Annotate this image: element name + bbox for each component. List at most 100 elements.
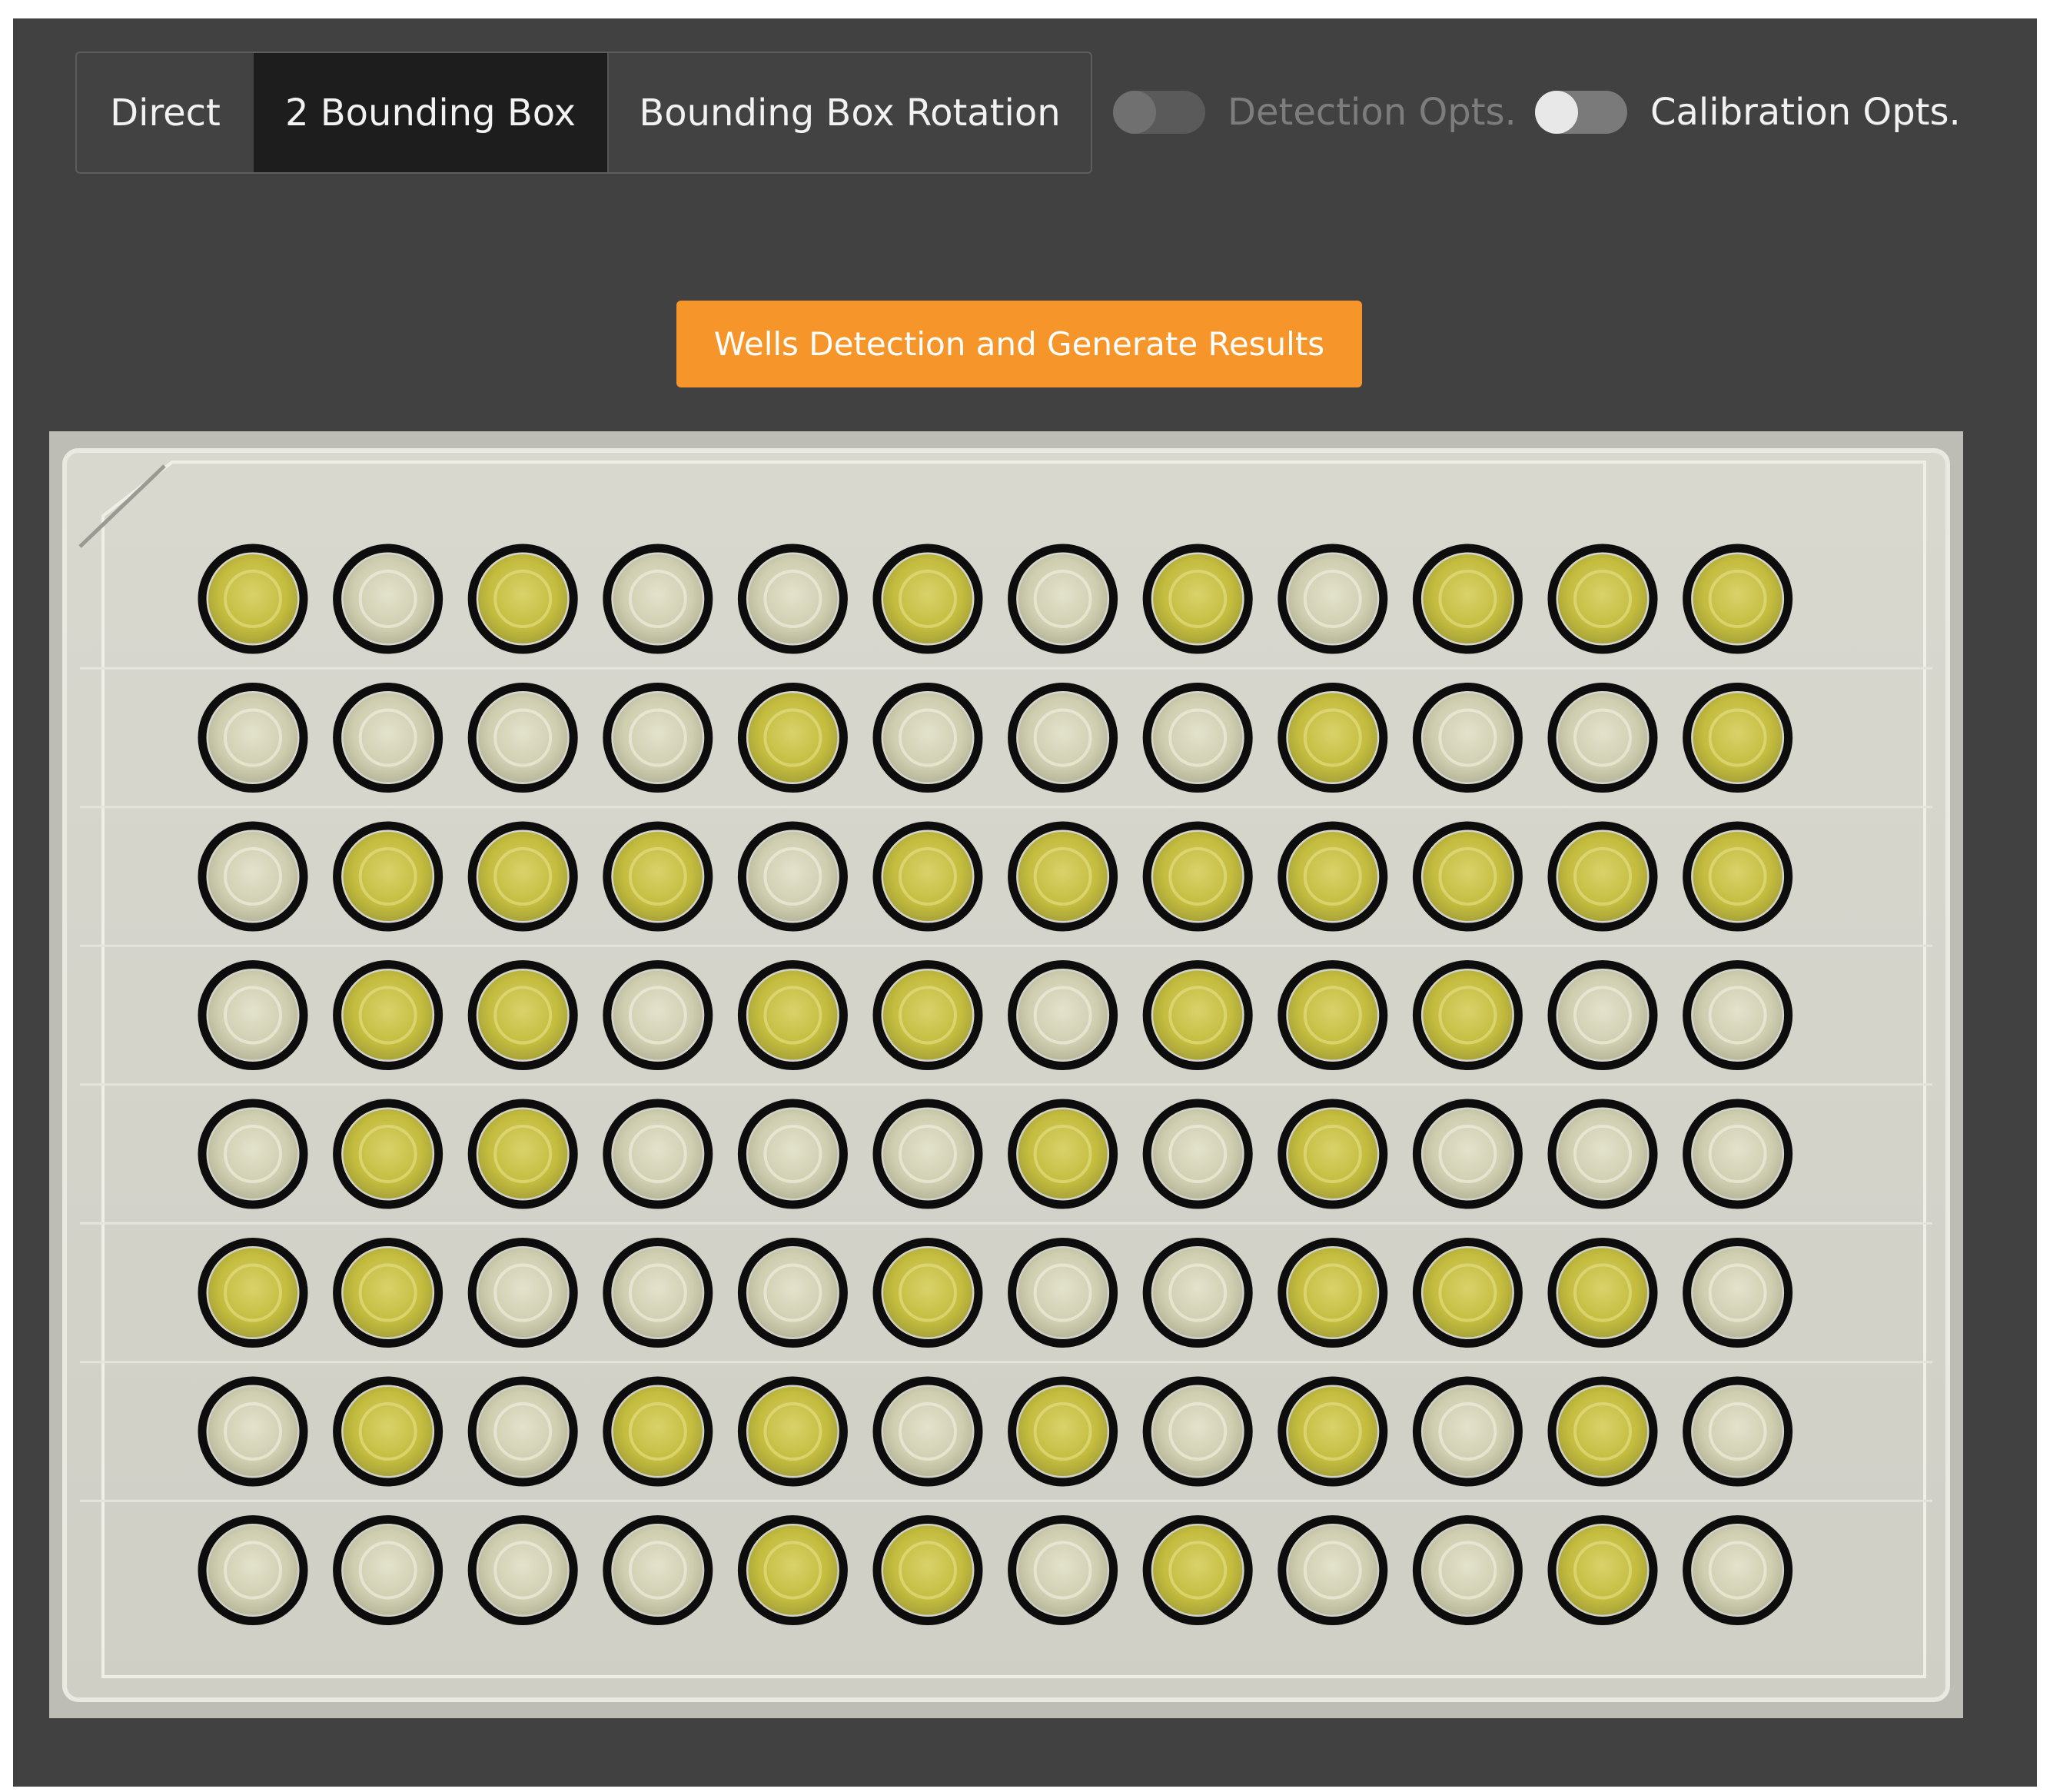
well bbox=[1412, 821, 1523, 932]
well bbox=[1547, 544, 1658, 654]
well bbox=[1142, 1238, 1253, 1348]
well bbox=[467, 1515, 578, 1625]
well-liquid bbox=[1153, 1387, 1243, 1476]
detection-opts-toggle[interactable] bbox=[1113, 91, 1205, 134]
well-liquid bbox=[208, 1109, 297, 1199]
well-liquid bbox=[478, 1387, 568, 1476]
well bbox=[737, 1376, 848, 1487]
well-liquid bbox=[208, 832, 297, 921]
well-liquid bbox=[1558, 693, 1647, 783]
well-liquid bbox=[1018, 1525, 1108, 1615]
well-liquid bbox=[1287, 832, 1377, 921]
well bbox=[1547, 1238, 1658, 1348]
well-liquid bbox=[1287, 1387, 1377, 1476]
well-liquid bbox=[1018, 1248, 1108, 1338]
well bbox=[1008, 960, 1118, 1070]
well-liquid bbox=[1423, 970, 1513, 1060]
well-liquid bbox=[208, 970, 297, 1060]
well bbox=[1008, 1515, 1118, 1625]
well bbox=[1412, 1376, 1523, 1487]
well bbox=[737, 960, 848, 1070]
well-liquid bbox=[883, 693, 972, 783]
well-liquid bbox=[1153, 1525, 1243, 1615]
well bbox=[737, 683, 848, 793]
well bbox=[1142, 960, 1253, 1070]
well-liquid bbox=[1693, 1248, 1783, 1338]
well-liquid bbox=[1558, 1387, 1647, 1476]
well bbox=[333, 1376, 444, 1487]
well bbox=[198, 1099, 308, 1209]
well bbox=[1142, 544, 1253, 654]
well-liquid bbox=[1287, 1248, 1377, 1338]
well-liquid bbox=[478, 1248, 568, 1338]
well-liquid bbox=[1287, 1525, 1377, 1615]
well-liquid bbox=[613, 1387, 703, 1476]
well bbox=[1683, 544, 1793, 654]
well bbox=[1278, 960, 1388, 1070]
well bbox=[603, 1238, 713, 1348]
well-liquid bbox=[1287, 693, 1377, 783]
well-liquid bbox=[1558, 554, 1647, 643]
well-liquid bbox=[1558, 1109, 1647, 1199]
well-liquid bbox=[1423, 1387, 1513, 1476]
well-liquid bbox=[1018, 1387, 1108, 1476]
wells-detection-button[interactable]: Wells Detection and Generate Results bbox=[676, 301, 1362, 387]
well bbox=[737, 1099, 848, 1209]
well-liquid bbox=[208, 1248, 297, 1338]
well-liquid bbox=[1558, 1248, 1647, 1338]
well bbox=[1683, 1099, 1793, 1209]
well-liquid bbox=[208, 554, 297, 643]
well-liquid bbox=[748, 832, 838, 921]
detection-opts-label: Detection Opts. bbox=[1228, 91, 1517, 134]
well bbox=[1008, 1376, 1118, 1487]
well-liquid bbox=[883, 832, 972, 921]
well-liquid bbox=[478, 554, 568, 643]
well bbox=[1412, 683, 1523, 793]
well bbox=[1008, 821, 1118, 932]
mode-2-bounding-box-button[interactable]: 2 Bounding Box bbox=[254, 53, 607, 172]
well bbox=[1683, 821, 1793, 932]
well-liquid bbox=[208, 1387, 297, 1476]
well bbox=[333, 1515, 444, 1625]
well-liquid bbox=[1423, 554, 1513, 643]
well bbox=[1278, 683, 1388, 793]
well bbox=[1412, 1238, 1523, 1348]
well-liquid bbox=[748, 554, 838, 643]
well-liquid bbox=[1018, 554, 1108, 643]
well-liquid bbox=[1153, 554, 1243, 643]
well bbox=[333, 683, 444, 793]
well bbox=[1547, 821, 1658, 932]
well-liquid bbox=[613, 554, 703, 643]
well-plate-image bbox=[49, 431, 1963, 1718]
well-liquid bbox=[1693, 832, 1783, 921]
well-liquid bbox=[478, 832, 568, 921]
well-liquid bbox=[1423, 1248, 1513, 1338]
well bbox=[467, 1376, 578, 1487]
mode-direct-button[interactable]: Direct bbox=[77, 53, 254, 172]
well-liquid bbox=[1693, 1109, 1783, 1199]
well-liquid bbox=[343, 693, 433, 783]
well bbox=[1142, 821, 1253, 932]
well bbox=[333, 1099, 444, 1209]
well bbox=[467, 1099, 578, 1209]
well bbox=[1683, 1238, 1793, 1348]
mode-bounding-box-rotation-button[interactable]: Bounding Box Rotation bbox=[607, 53, 1091, 172]
well-liquid bbox=[748, 1525, 838, 1615]
well-liquid bbox=[1287, 970, 1377, 1060]
well bbox=[737, 1515, 848, 1625]
well bbox=[1142, 1515, 1253, 1625]
well-liquid bbox=[1287, 1109, 1377, 1199]
well-liquid bbox=[343, 554, 433, 643]
well-liquid bbox=[478, 693, 568, 783]
well-liquid bbox=[1287, 554, 1377, 643]
calibration-opts-toggle[interactable] bbox=[1535, 91, 1627, 134]
well-liquid bbox=[1693, 1525, 1783, 1615]
well bbox=[603, 1515, 713, 1625]
well bbox=[1547, 1515, 1658, 1625]
well bbox=[333, 821, 444, 932]
well-liquid bbox=[1153, 1248, 1243, 1338]
well bbox=[1278, 1238, 1388, 1348]
well bbox=[1412, 544, 1523, 654]
well-liquid bbox=[1423, 693, 1513, 783]
well bbox=[603, 1376, 713, 1487]
